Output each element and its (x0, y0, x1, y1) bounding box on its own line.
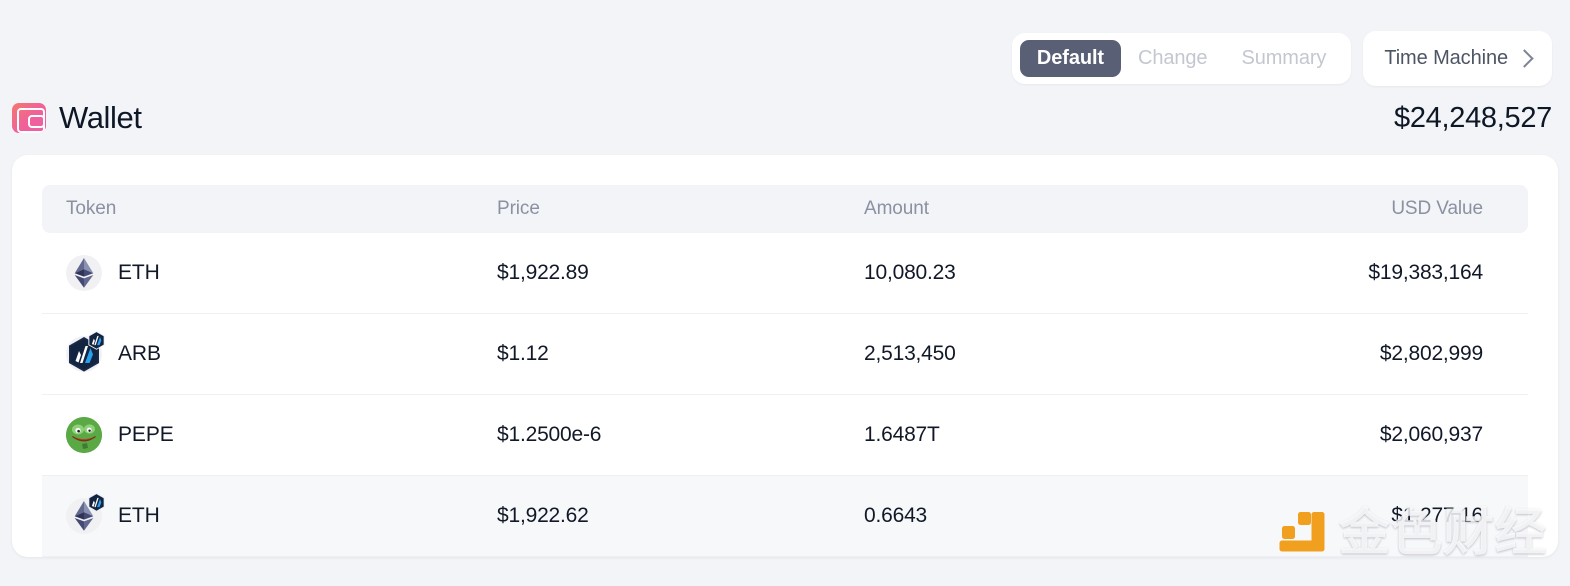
token-logo (66, 417, 102, 453)
top-controls: Default Change Summary Time Machine (1011, 31, 1552, 86)
ethereum-icon (74, 258, 94, 288)
token-usd-value: $19,383,164 (1368, 261, 1483, 284)
table-header-row: Token Price Amount USD Value (42, 185, 1528, 233)
token-price: $1,922.89 (497, 261, 589, 284)
token-logo (66, 493, 105, 534)
token-symbol: PEPE (118, 423, 174, 446)
token-price: $1.12 (497, 342, 549, 365)
token-usd-value: $2,802,999 (1379, 342, 1483, 365)
token-price: $1.2500e-6 (497, 423, 602, 446)
arbitrum-badge (87, 493, 106, 512)
pepe-logo (66, 417, 102, 453)
token-symbol: ETH (118, 504, 160, 527)
token-price: $1,922.62 (497, 504, 589, 527)
table-row[interactable]: PEPE $1.2500e-6 1.6487T $2,060,937 (42, 395, 1528, 476)
table-row[interactable]: ETH $1,922.62 0.6643 $1,277.16 (42, 476, 1528, 557)
token-amount: 0.6643 (864, 504, 928, 527)
token-usd-value: $1,277.16 (1391, 504, 1483, 527)
token-logo (66, 255, 102, 291)
view-mode-segmented-control[interactable]: Default Change Summary (1011, 33, 1352, 84)
arbitrum-badge (87, 331, 106, 350)
tab-default[interactable]: Default (1019, 40, 1121, 77)
token-symbol: ETH (118, 261, 160, 284)
pepe-icon (66, 417, 102, 453)
chevron-right-icon (1515, 48, 1534, 68)
column-header-token: Token (66, 198, 117, 219)
wallet-holdings-card: Token Price Amount USD Value ETH $1,922.… (12, 155, 1558, 557)
column-header-usd-value: USD Value (1391, 198, 1483, 219)
table-row[interactable]: ARB $1.12 2,513,450 $2,802,999 (42, 314, 1528, 395)
token-logo (66, 331, 105, 372)
page-header: Wallet $24,248,527 (12, 96, 1552, 140)
time-machine-label: Time Machine (1384, 47, 1508, 69)
token-usd-value: $2,060,937 (1379, 423, 1483, 446)
token-amount: 1.6487T (864, 423, 940, 446)
wallet-icon (12, 103, 46, 133)
token-symbol: ARB (118, 342, 161, 365)
tab-change[interactable]: Change (1121, 40, 1224, 77)
page-title: Wallet (59, 100, 142, 135)
ethereum-logo (66, 255, 102, 291)
tab-summary[interactable]: Summary (1224, 40, 1343, 77)
column-header-amount: Amount (864, 198, 929, 219)
table-row[interactable]: ETH $1,922.89 10,080.23 $19,383,164 (42, 233, 1528, 314)
token-amount: 2,513,450 (864, 342, 956, 365)
time-machine-button[interactable]: Time Machine (1363, 31, 1552, 86)
total-portfolio-value: $24,248,527 (1394, 101, 1552, 134)
column-header-price: Price (497, 198, 540, 219)
token-amount: 10,080.23 (864, 261, 956, 284)
